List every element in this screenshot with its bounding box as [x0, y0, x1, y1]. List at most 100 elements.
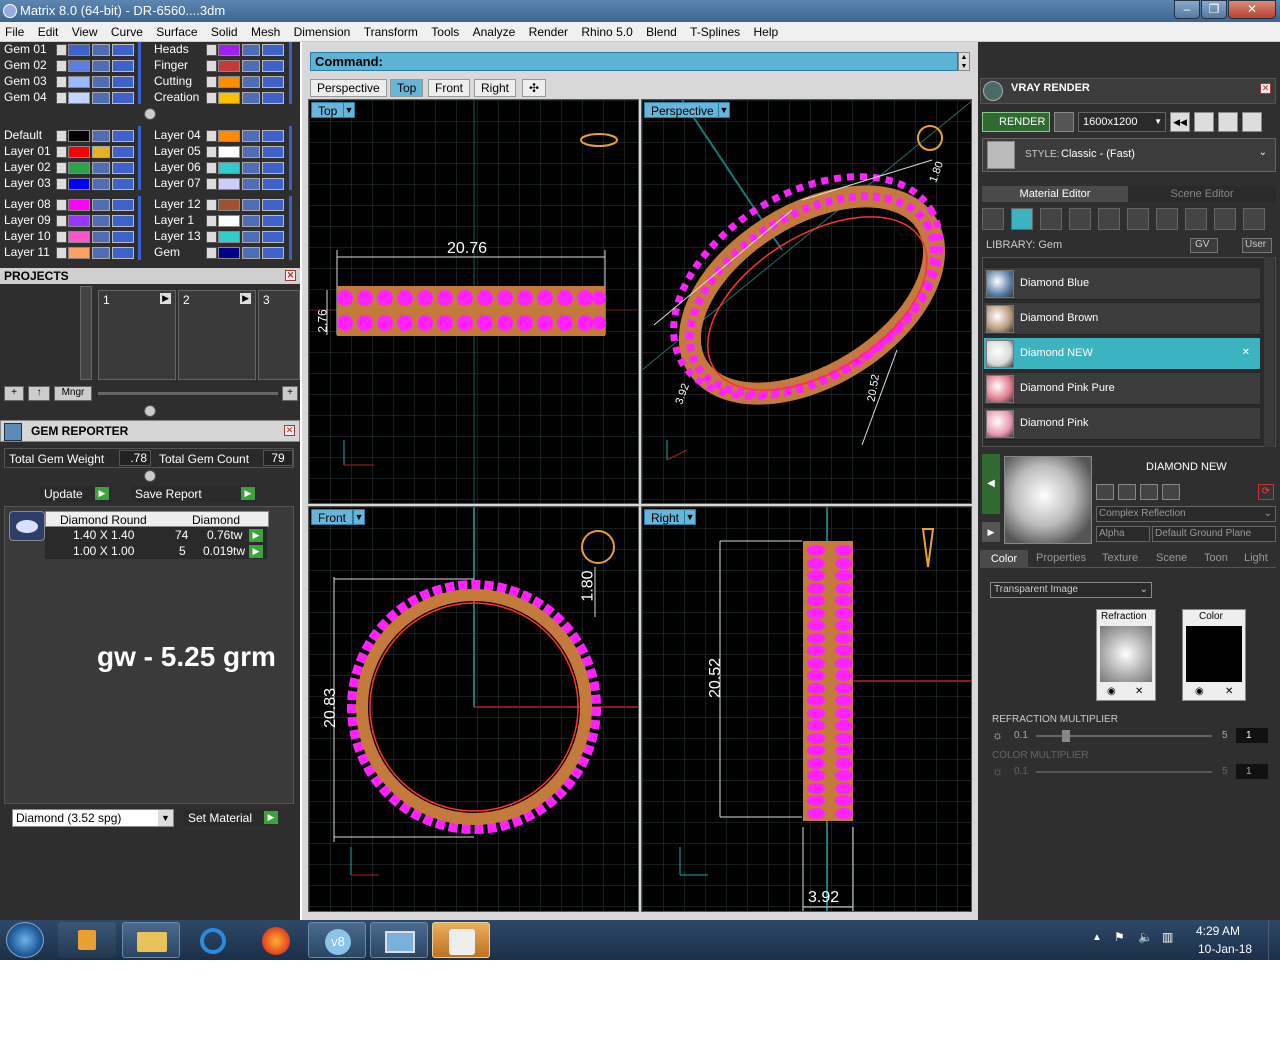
layer-row[interactable]: Layer 03 [0, 176, 138, 191]
layer-visibility-icon[interactable] [262, 44, 284, 56]
layer-visibility-icon[interactable] [112, 130, 134, 142]
import-icon[interactable] [1162, 484, 1180, 500]
layer-visibility-icon[interactable] [262, 231, 284, 243]
menu-dimension[interactable]: Dimension [289, 22, 356, 39]
layer-color-swatch[interactable] [218, 215, 240, 227]
menu-solid[interactable]: Solid [206, 22, 243, 39]
layer-arrow-icon[interactable] [206, 44, 217, 56]
refraction-slider-handle[interactable] [1062, 730, 1070, 742]
layer-arrow-icon[interactable] [56, 231, 67, 243]
tab-front[interactable]: Front [428, 79, 471, 97]
chevron-down-icon[interactable]: ⌄ [1259, 147, 1267, 158]
layer-visibility-icon[interactable] [112, 146, 134, 158]
layer-color-swatch[interactable] [68, 231, 90, 243]
save-as-icon[interactable] [1118, 484, 1136, 500]
layer-arrow-icon[interactable] [56, 215, 67, 227]
command-scroll-icon[interactable]: ▲ ▼ [958, 52, 970, 71]
menu-analyze[interactable]: Analyze [468, 22, 521, 39]
menu-edit[interactable]: Edit [33, 22, 64, 39]
layer-visibility-icon[interactable] [262, 92, 284, 104]
gem-row-play-icon[interactable]: ▶ [249, 545, 263, 558]
layer-arrow-icon[interactable] [56, 76, 67, 88]
layer-row[interactable]: Default [0, 128, 138, 143]
clock-date[interactable]: 10-Jan-18 [1198, 942, 1252, 956]
layer-row[interactable]: Layer 02 [0, 160, 138, 175]
action-center-icon[interactable]: ⚑ [1114, 930, 1125, 944]
viewport-right[interactable]: Right ▼ 20.52 3.92 [641, 506, 972, 912]
subtab-texture[interactable]: Texture [1102, 552, 1138, 564]
refraction-swatch[interactable]: Refraction ◉ ✕ [1096, 609, 1156, 701]
layer-color-swatch[interactable] [218, 76, 240, 88]
layer-color-swatch[interactable] [218, 199, 240, 211]
refraction-multiplier-value[interactable]: 1 [1236, 728, 1268, 743]
viewport-perspective-label[interactable]: Perspective [644, 102, 721, 118]
layer-color-swatch[interactable] [68, 247, 90, 259]
layer-visibility-icon[interactable] [262, 215, 284, 227]
chevron-down-icon[interactable]: ▼ [343, 102, 355, 118]
collapse-handle-icon[interactable] [144, 108, 156, 120]
lock-icon[interactable] [92, 215, 110, 227]
close-button[interactable]: ✕ [1228, 0, 1276, 19]
chevron-down-icon[interactable]: ▼ [684, 509, 696, 525]
lock-icon[interactable] [92, 199, 110, 211]
menu-curve[interactable]: Curve [106, 22, 148, 39]
zoom-in-icon[interactable]: + [282, 386, 298, 401]
layer-arrow-icon[interactable] [206, 60, 217, 72]
menu-tools[interactable]: Tools [426, 22, 464, 39]
material-item[interactable]: Diamond Pink Pure [984, 373, 1260, 405]
subtab-scene[interactable]: Scene [1156, 552, 1187, 564]
viewport-top[interactable]: Top ▼ 20.76 2.76 [308, 99, 639, 504]
menu-blend[interactable]: Blend [641, 22, 682, 39]
list-icon[interactable] [1218, 112, 1238, 132]
layer-visibility-icon[interactable] [112, 162, 134, 174]
lock-icon[interactable] [242, 178, 260, 190]
layer-color-swatch[interactable] [68, 199, 90, 211]
update-play-icon[interactable]: ▶ [95, 487, 109, 500]
lock-icon[interactable] [92, 44, 110, 56]
menu-help[interactable]: Help [749, 22, 784, 39]
material-list-scrollbar[interactable] [1264, 257, 1274, 447]
layer-arrow-icon[interactable] [56, 92, 67, 104]
layer-arrow-icon[interactable] [206, 92, 217, 104]
brush-icon[interactable] [1214, 208, 1236, 230]
subtab-color[interactable]: Color [980, 550, 1028, 568]
layer-visibility-icon[interactable] [262, 247, 284, 259]
material-item[interactable]: Diamond Pink [984, 408, 1260, 440]
tab-scene-editor[interactable]: Scene Editor [1128, 186, 1276, 202]
menu-tsplines[interactable]: T-Splines [685, 22, 745, 39]
gem-table-row[interactable]: 1.40 X 1.40 74 0.76tw [45, 527, 267, 543]
set-material-play-icon[interactable]: ▶ [264, 811, 278, 824]
expand-icon[interactable]: ▶ [982, 522, 1000, 542]
layer-row[interactable]: Gem 02 [0, 58, 138, 73]
palette-icon[interactable]: ◉ [1107, 686, 1116, 697]
layer-visibility-icon[interactable] [262, 199, 284, 211]
hatch-icon[interactable] [1098, 208, 1120, 230]
layer-row[interactable]: Gem [150, 245, 288, 260]
clear-icon[interactable]: ✕ [1135, 686, 1143, 697]
volume-icon[interactable]: 🔈 [1138, 930, 1153, 944]
project-slider[interactable] [98, 392, 278, 395]
tray-expand-icon[interactable]: ▲ [1092, 932, 1102, 943]
viewport-right-label[interactable]: Right [644, 509, 687, 525]
lock-icon[interactable] [242, 60, 260, 72]
save-report-play-icon[interactable]: ▶ [241, 487, 255, 500]
lock-icon[interactable] [242, 231, 260, 243]
layer-arrow-icon[interactable] [56, 60, 67, 72]
projects-scrollbar[interactable] [80, 286, 92, 380]
tab-add-icon[interactable]: ✣ [522, 79, 547, 97]
lock-icon[interactable] [92, 92, 110, 104]
layer-arrow-icon[interactable] [206, 76, 217, 88]
viewport-perspective[interactable]: Perspective ▼ 1.80 3.92 20.52 [641, 99, 972, 504]
tab-material-editor[interactable]: Material Editor [982, 186, 1128, 202]
layer-color-swatch[interactable] [218, 162, 240, 174]
layer-color-swatch[interactable] [68, 60, 90, 72]
show-desktop-button[interactable] [1268, 920, 1280, 960]
lock-icon[interactable] [92, 130, 110, 142]
layer-row[interactable]: Layer 05 [150, 144, 288, 159]
subtab-toon[interactable]: Toon [1204, 552, 1228, 564]
layer-arrow-icon[interactable] [56, 44, 67, 56]
gem-reporter-close-icon[interactable]: ✕ [284, 425, 295, 436]
layer-arrow-icon[interactable] [206, 215, 217, 227]
layer-color-swatch[interactable] [218, 178, 240, 190]
sphere-icon[interactable] [1040, 208, 1062, 230]
